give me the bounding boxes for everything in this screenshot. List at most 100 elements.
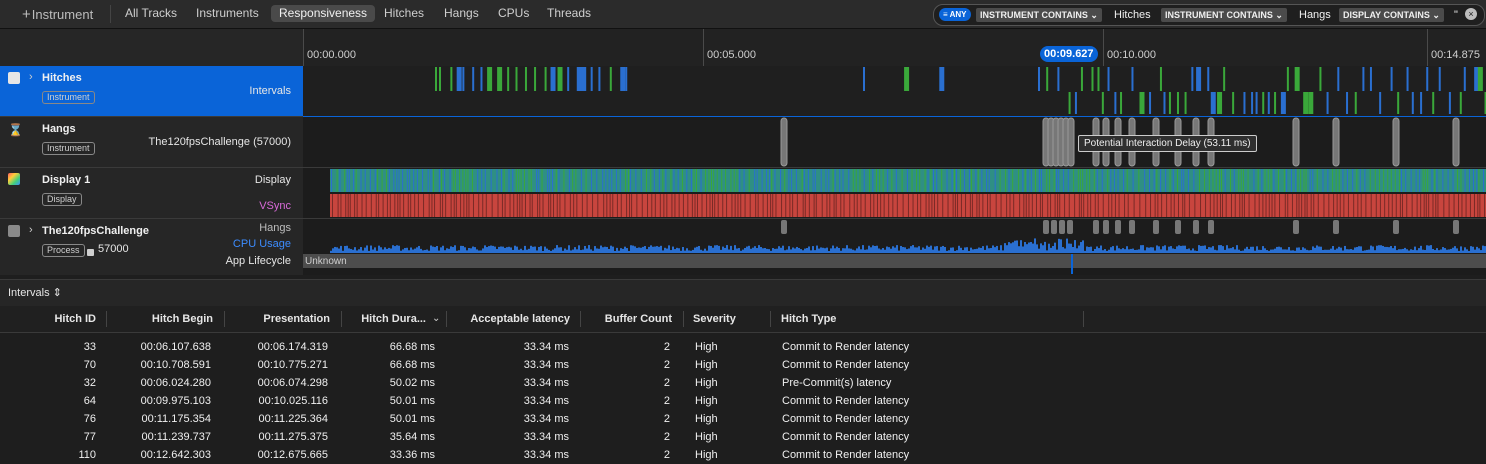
display-frame-mark [615, 169, 617, 192]
clear-filter-icon[interactable]: × [1465, 8, 1477, 20]
vsync-mark [603, 194, 605, 217]
column-divider[interactable] [580, 311, 581, 327]
column-header-acceptable-latency[interactable]: Acceptable latency [452, 313, 570, 325]
display-frame-mark [1144, 169, 1146, 192]
column-divider[interactable] [341, 311, 342, 327]
tab-cpus[interactable]: CPUs [490, 5, 537, 22]
hitch-interval-bar [904, 67, 910, 91]
column-divider[interactable] [683, 311, 684, 327]
column-header-hitch-begin[interactable]: Hitch Begin [112, 313, 213, 325]
cpu-usage-bar [758, 245, 760, 253]
cpu-usage-bar [508, 246, 510, 253]
column-header-hitch-type[interactable]: Hitch Type [781, 313, 836, 325]
filter-token-value[interactable]: Hitches [1114, 8, 1151, 22]
table-row[interactable]: 76 00:11.175.354 00:11.225.364 50.01 ms 33.3… [0, 410, 1486, 428]
hangs-lane[interactable] [303, 117, 1486, 167]
filter-match-mode[interactable]: ≡ ANY [939, 8, 971, 21]
cell-presentation: 00:12.675.665 [257, 449, 328, 461]
tab-hitches[interactable]: Hitches [376, 5, 432, 22]
filter-token-field[interactable]: INSTRUMENT CONTAINS ⌄ [1161, 8, 1287, 22]
hitches-lane[interactable] [303, 66, 1486, 117]
cpu-usage-bar [584, 245, 586, 253]
tab-instruments[interactable]: Instruments [188, 5, 267, 22]
cpu-usage-bar [1238, 249, 1240, 253]
display-frame-mark [788, 169, 790, 192]
cell-hitch-type: Commit to Render latency [782, 431, 910, 443]
column-header-hitch-duration[interactable]: Hitch Dura... [347, 313, 426, 325]
cpu-usage-bar [1066, 238, 1068, 253]
table-row[interactable]: 32 00:06.024.280 00:06.074.298 50.02 ms 33.3… [0, 374, 1486, 392]
display-frame-mark [1117, 169, 1119, 192]
display-frame-mark [585, 169, 587, 192]
vsync-mark [1019, 194, 1021, 217]
time-ruler[interactable]: 00:00.000 00:05.000 00:10.000 00:14.875 … [303, 29, 1486, 67]
display-frame-mark [1257, 169, 1259, 192]
vsync-mark [1323, 194, 1325, 217]
cpu-usage-bar [768, 249, 770, 253]
vsync-mark [1173, 194, 1175, 217]
cpu-usage-bar [972, 249, 974, 253]
cpu-usage-bar [594, 246, 596, 253]
cpu-usage-bar [1440, 249, 1442, 253]
table-row[interactable]: 70 00:10.708.591 00:10.775.271 66.68 ms 33.3… [0, 356, 1486, 374]
hitch-interval-bar [1280, 92, 1286, 114]
disclosure-icon[interactable]: › [29, 71, 33, 83]
cpu-usage-bar [1470, 246, 1472, 253]
cpu-usage-bar [1314, 247, 1316, 253]
column-divider[interactable] [446, 311, 447, 327]
vsync-mark [1194, 194, 1196, 217]
vsync-mark [455, 194, 457, 217]
table-row[interactable]: 64 00:09.975.103 00:10.025.116 50.01 ms 33.3… [0, 392, 1486, 410]
display-frame-mark [608, 169, 610, 192]
filter-token-value[interactable]: " [1454, 8, 1458, 22]
filter-token-field[interactable]: INSTRUMENT CONTAINS ⌄ [976, 8, 1102, 22]
sort-descending-icon[interactable]: ⌄ [432, 313, 440, 324]
column-divider[interactable] [1083, 311, 1084, 327]
detail-selector[interactable]: Intervals ⇕ [8, 286, 62, 299]
column-divider[interactable] [224, 311, 225, 327]
playhead-time[interactable]: 00:09.627 [1040, 46, 1098, 62]
tab-hangs[interactable]: Hangs [436, 5, 487, 22]
add-instrument-button[interactable]: +Instrument [22, 6, 93, 23]
cpu-usage-bar [1030, 242, 1032, 253]
filter-token-field[interactable]: DISPLAY CONTAINS ⌄ [1339, 8, 1444, 22]
filter-bar[interactable]: ≡ ANY INSTRUMENT CONTAINS ⌄ Hitches INST… [933, 4, 1485, 26]
display-frame-mark [496, 169, 498, 192]
tab-threads[interactable]: Threads [539, 5, 599, 22]
cpu-usage-bar [612, 246, 614, 253]
tab-all-tracks[interactable]: All Tracks [117, 5, 185, 22]
display-frame-mark [1153, 169, 1155, 192]
table-row[interactable]: 110 00:12.642.303 00:12.675.665 33.36 ms 33.… [0, 446, 1486, 464]
table-row[interactable]: 77 00:11.239.737 00:11.275.375 35.64 ms 33.3… [0, 428, 1486, 446]
column-divider[interactable] [770, 311, 771, 327]
process-lane[interactable]: Unknown [303, 219, 1486, 275]
table-row[interactable]: 33 00:06.107.638 00:06.174.319 66.68 ms 33.3… [0, 338, 1486, 356]
tab-responsiveness[interactable]: Responsiveness [271, 5, 376, 22]
cpu-usage-bar [1012, 242, 1014, 253]
toolbar-divider [110, 5, 111, 23]
column-header-buffer-count[interactable]: Buffer Count [586, 313, 672, 325]
column-header-severity[interactable]: Severity [693, 313, 736, 325]
hitch-interval-bar [939, 67, 945, 91]
vsync-mark [434, 194, 436, 217]
disclosure-icon[interactable]: › [29, 224, 33, 236]
display-frame-mark [911, 169, 913, 192]
column-header-hitch-id[interactable]: Hitch ID [20, 313, 96, 325]
cpu-usage-bar [532, 246, 534, 253]
display-lane[interactable] [303, 168, 1486, 218]
toolbar: +Instrument All Tracks Instruments Respo… [0, 0, 1486, 29]
vsync-mark [925, 194, 927, 217]
film-icon [8, 72, 20, 84]
vsync-mark [1328, 194, 1330, 217]
process-menu-icon[interactable] [87, 249, 94, 256]
cpu-usage-bar [1094, 248, 1096, 253]
column-divider[interactable] [106, 311, 107, 327]
display-frame-mark [1096, 169, 1098, 192]
display-frame-mark [406, 169, 408, 192]
column-header-presentation[interactable]: Presentation [230, 313, 330, 325]
cpu-usage-bar [1110, 247, 1112, 253]
vsync-mark [1166, 194, 1168, 217]
filter-token-value[interactable]: Hangs [1299, 8, 1331, 22]
cpu-usage-bar [416, 247, 418, 253]
cpu-usage-bar [1248, 249, 1250, 253]
